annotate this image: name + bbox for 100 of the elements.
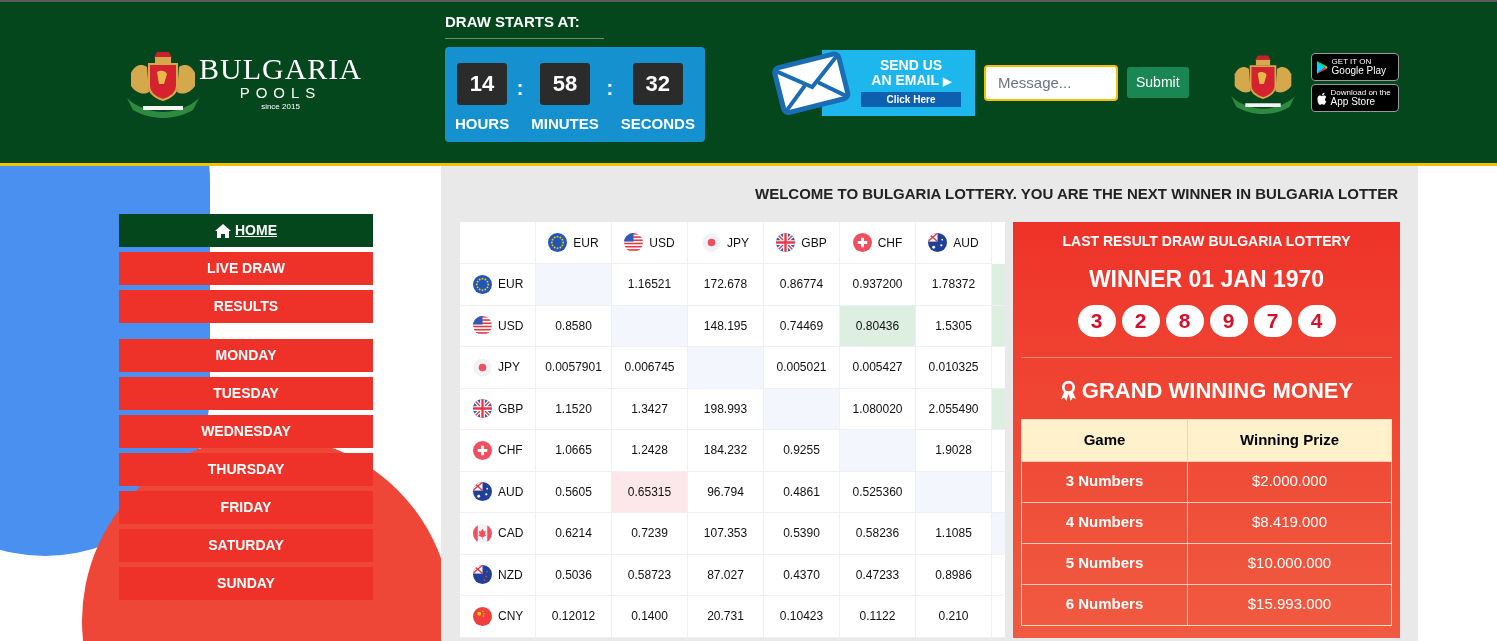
rate-cell: 0.010325 xyxy=(916,347,992,389)
rate-cell: 0.80436 xyxy=(840,305,916,347)
store-badge[interactable]: GET IT ON Google Play xyxy=(1310,53,1399,81)
rate-cell: 0.47233 xyxy=(840,554,916,596)
nz-flag-icon xyxy=(473,565,492,585)
menu-link[interactable]: SUNDAY xyxy=(119,567,373,600)
menu-link[interactable]: MONDAY xyxy=(119,339,373,372)
countdown-title: DRAW STARTS AT: xyxy=(445,11,604,39)
au-flag-icon xyxy=(928,233,948,252)
submit-button[interactable]: Submit xyxy=(1127,67,1189,98)
cn-flag-icon xyxy=(473,606,492,626)
rate-cell: 184.232 xyxy=(688,430,764,472)
gb-flag-icon xyxy=(776,233,796,252)
currency-column-header: JPY xyxy=(727,234,749,252)
currency-row-header: EUR xyxy=(498,276,524,294)
currency-row-header: JPY xyxy=(498,359,520,377)
store-name: App Store xyxy=(1330,97,1377,107)
rate-cell: 0.937200 xyxy=(840,264,916,306)
rate-cell: 0.1400 xyxy=(612,596,688,638)
rate-cell: 0.12012 xyxy=(536,596,612,638)
rate-cell: 0.005427 xyxy=(840,347,916,389)
rate-cell: 0.58723 xyxy=(612,554,688,596)
prize-title: GRAND WINNING MONEY xyxy=(1081,376,1354,405)
rate-cell: 20.731 xyxy=(688,596,764,638)
store-caption: Download on the xyxy=(1330,89,1391,97)
partial-rate-cell xyxy=(992,388,1005,430)
currency-column-header: USD xyxy=(649,234,675,252)
rate-cell: 1.1520 xyxy=(536,388,612,430)
rate-cell: 0.0057901 xyxy=(536,347,612,389)
prize-table-cell: 4 Numbers xyxy=(1022,502,1188,543)
apple-icon xyxy=(1315,91,1328,105)
rate-cell: 0.9255 xyxy=(764,430,840,472)
rate-cell: 1.3427 xyxy=(612,388,688,430)
rate-cell: 0.8580 xyxy=(536,305,612,347)
click-here-label: Click Here xyxy=(861,92,961,107)
prize-table-cell: 5 Numbers xyxy=(1022,543,1188,584)
rate-cell: 1.9028 xyxy=(916,430,992,472)
currency-row-header: USD xyxy=(498,317,524,335)
rate-cell: 1.2428 xyxy=(612,430,688,472)
rate-cell: 198.993 xyxy=(688,388,764,430)
us-flag-icon xyxy=(624,233,644,252)
rate-cell: 107.353 xyxy=(688,513,764,555)
message-field[interactable]: Message... xyxy=(984,64,1118,101)
menu-link[interactable]: TUESDAY xyxy=(119,377,373,410)
rate-cell: 0.74469 xyxy=(764,305,840,347)
prize-table-cell-text: $8.419.000 xyxy=(1250,512,1329,533)
menu-link[interactable]: SATURDAY xyxy=(119,529,373,562)
countdown-unit-label: SECONDS xyxy=(620,113,695,134)
eu-flag-icon xyxy=(473,274,492,294)
rate-cell: 0.1122 xyxy=(840,596,916,638)
rate-cell: 0.5605 xyxy=(536,471,612,513)
rate-cell: 0.10423 xyxy=(764,596,840,638)
award-icon xyxy=(1059,379,1077,401)
countdown-digits: 58 xyxy=(539,62,590,105)
currency-row-header: CAD xyxy=(498,525,524,543)
rate-cell: 0.65315 xyxy=(612,471,688,513)
rate-cell: 96.794 xyxy=(688,471,764,513)
currency-row-header: CHF xyxy=(498,442,523,460)
currency-column-header: CHF xyxy=(877,234,903,252)
play-triangle-icon xyxy=(1315,59,1329,75)
currency-row-header: CNY xyxy=(498,608,524,626)
menu-link[interactable]: THURSDAY xyxy=(119,453,373,486)
winner-date: WINNER 01 JAN 1970 xyxy=(1088,265,1325,294)
prize-table-cell-text: $2.000.000 xyxy=(1250,471,1329,492)
currency-row-header: NZD xyxy=(498,566,523,584)
rate-cell: 0.210 xyxy=(916,596,992,638)
store-name: Google Play xyxy=(1331,66,1387,76)
menu-link[interactable]: HOME xyxy=(119,214,373,247)
us-flag-icon xyxy=(473,316,492,336)
currency-column-header: GBP xyxy=(801,234,827,252)
rate-cell: 0.4861 xyxy=(764,471,840,513)
welcome-ticker: WELCOME TO BULGARIA LOTTERY. YOU ARE THE NEXT WINNER IN BULGARIA LOTTER xyxy=(755,183,1399,204)
rate-cell: 0.6214 xyxy=(536,513,612,555)
logo-title: BULGARIA xyxy=(199,54,362,85)
rate-cell: 1.080020 xyxy=(840,388,916,430)
countdown-digits: 32 xyxy=(632,62,683,105)
au-flag-icon xyxy=(473,482,492,502)
home-icon xyxy=(215,223,231,238)
rate-cell: 1.1085 xyxy=(916,513,992,555)
store-caption: GET IT ON xyxy=(1331,58,1373,66)
rate-cell: 1.16521 xyxy=(612,264,688,306)
ca-flag-icon xyxy=(473,523,492,543)
menu-link[interactable]: LIVE DRAW xyxy=(119,252,373,285)
store-badge[interactable]: Download on the App Store xyxy=(1310,84,1399,112)
menu-link[interactable]: FRIDAY xyxy=(119,491,373,524)
prize-table-cell-text: $15.993.000 xyxy=(1246,594,1333,615)
rate-cell: 2.055490 xyxy=(916,388,992,430)
jp-flag-icon xyxy=(473,357,492,377)
prize-table-cell: 3 Numbers xyxy=(1022,461,1188,502)
logo-since: since 2015 xyxy=(261,102,300,111)
countdown-separator: : xyxy=(606,75,614,101)
menu-link[interactable]: RESULTS xyxy=(119,290,373,323)
menu-link[interactable]: WEDNESDAY xyxy=(119,415,373,448)
rate-cell: 172.678 xyxy=(688,264,764,306)
countdown-unit-label: HOURS xyxy=(455,113,510,134)
rate-cell: 87.027 xyxy=(688,554,764,596)
gb-flag-icon xyxy=(473,399,492,419)
prize-table-cell-text: $10.000.000 xyxy=(1246,553,1333,574)
rate-cell: 0.5390 xyxy=(764,513,840,555)
rate-cell: 0.86774 xyxy=(764,264,840,306)
